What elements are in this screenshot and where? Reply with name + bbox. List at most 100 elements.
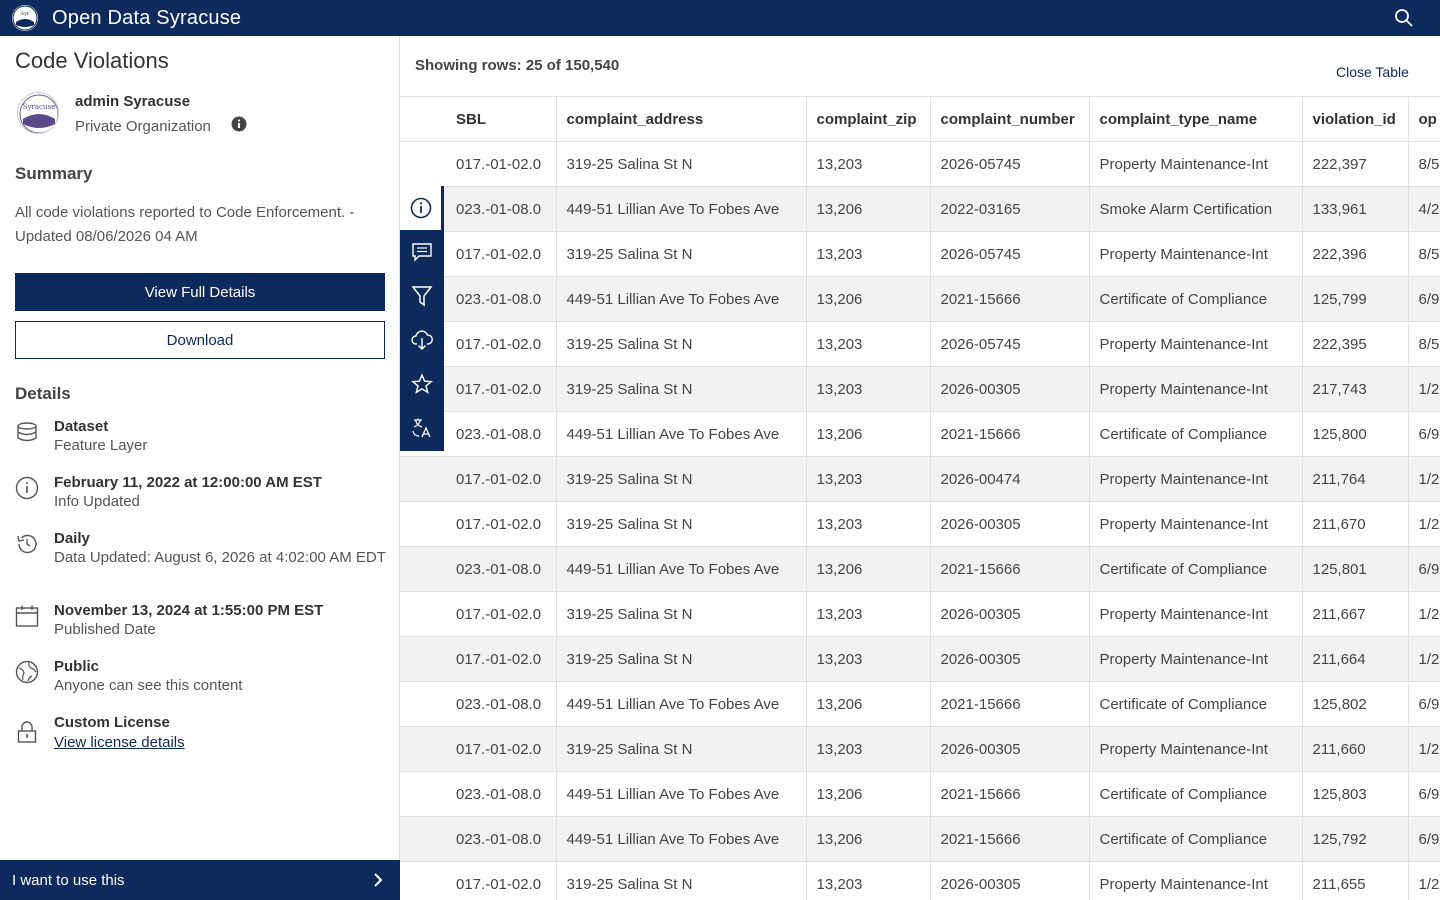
table-cell: 2021-15666 (930, 276, 1090, 322)
table-cell: 8/5 (1408, 231, 1440, 277)
table-row-spacer (400, 96, 446, 142)
table-cell: 319-25 Salina St N (556, 366, 807, 412)
table-cell: 319-25 Salina St N (556, 726, 807, 772)
table-row-spacer (400, 861, 446, 900)
chevron-right-icon (374, 873, 383, 887)
column-header-op[interactable]: op (1408, 96, 1440, 142)
table-cell: 319-25 Salina St N (556, 456, 807, 502)
rail-comment-button[interactable] (400, 230, 444, 274)
search-icon[interactable] (1394, 8, 1414, 28)
table-cell: 1/2 (1408, 456, 1440, 502)
table-cell: 319-25 Salina St N (556, 141, 807, 187)
info-icon[interactable] (231, 116, 247, 132)
rail-info-button[interactable] (400, 186, 444, 230)
column-header-SBL[interactable]: SBL (446, 96, 557, 142)
table-cell: 13,203 (806, 231, 931, 277)
table-row[interactable]: 017.-01-02.0 319-25 Salina St N 13,203 2026… (400, 501, 1440, 547)
table-cell: 1/2 (1408, 726, 1440, 772)
download-button[interactable]: Download (15, 321, 385, 359)
data-table-container[interactable]: SBL complaint_address complaint_zip complai… (400, 96, 1440, 900)
table-cell: 13,203 (806, 366, 931, 412)
table-cell: 2021-15666 (930, 771, 1090, 817)
owner-name[interactable]: admin Syracuse (75, 93, 190, 110)
details-heading: Details (15, 384, 71, 403)
table-row[interactable]: 023.-01-08.0 449-51 Lillian Ave To Fobes … (400, 681, 1440, 727)
table-cell: Property Maintenance-Int (1089, 501, 1303, 547)
view-full-details-button[interactable]: View Full Details (15, 273, 385, 311)
table-cell: 023.-01-08.0 (446, 411, 557, 457)
table-cell: 1/2 (1408, 366, 1440, 412)
table-header-row: SBL complaint_address complaint_zip complai… (400, 96, 1440, 142)
table-cell: 6/9 (1408, 276, 1440, 322)
column-header-complaint-address[interactable]: complaint_address (556, 96, 807, 142)
table-row[interactable]: 017.-01-02.0 319-25 Salina St N 13,203 2026… (400, 861, 1440, 900)
table-row[interactable]: 017.-01-02.0 319-25 Salina St N 13,203 2026… (400, 366, 1440, 412)
table-cell: Smoke Alarm Certification (1089, 186, 1303, 232)
detail-sub: Info Updated (54, 493, 140, 510)
table-cell: 449-51 Lillian Ave To Fobes Ave (556, 816, 807, 862)
column-header-complaint-type-name[interactable]: complaint_type_name (1089, 96, 1303, 142)
rail-filter-button[interactable] (400, 274, 444, 318)
table-row[interactable]: 017.-01-02.0 319-25 Salina St N 13,203 2026… (400, 231, 1440, 277)
table-cell: 017.-01-02.0 (446, 366, 557, 412)
table-cell: Property Maintenance-Int (1089, 591, 1303, 637)
table-cell: 023.-01-08.0 (446, 186, 557, 232)
table-cell: 1/2 (1408, 501, 1440, 547)
rail-download-button[interactable] (400, 318, 444, 362)
column-header-complaint-zip[interactable]: complaint_zip (806, 96, 931, 142)
top-header: Syr Open Data Syracuse (0, 0, 1440, 36)
table-cell: 017.-01-02.0 (446, 141, 557, 187)
table-cell: 2026-05745 (930, 231, 1090, 277)
close-table-link[interactable]: Close Table (1336, 64, 1409, 80)
site-title[interactable]: Open Data Syracuse (52, 7, 241, 30)
detail-strong: Custom License (54, 714, 170, 731)
table-row[interactable]: 017.-01-02.0 319-25 Salina St N 13,203 2026… (400, 591, 1440, 637)
table-cell: 319-25 Salina St N (556, 591, 807, 637)
table-row[interactable]: 023.-01-08.0 449-51 Lillian Ave To Fobes … (400, 276, 1440, 322)
globe-icon (15, 660, 39, 684)
table-cell: 2026-05745 (930, 141, 1090, 187)
table-cell: 125,801 (1302, 546, 1409, 592)
table-cell: 023.-01-08.0 (446, 816, 557, 862)
table-cell: 13,206 (806, 681, 931, 727)
calendar-icon (15, 605, 39, 627)
table-cell: 449-51 Lillian Ave To Fobes Ave (556, 681, 807, 727)
table-cell: 13,203 (806, 591, 931, 637)
table-cell: 13,203 (806, 141, 931, 187)
table-row[interactable]: 023.-01-08.0 449-51 Lillian Ave To Fobes … (400, 411, 1440, 457)
table-cell: 017.-01-02.0 (446, 456, 557, 502)
table-cell: 13,203 (806, 456, 931, 502)
detail-strong: Dataset (54, 418, 109, 435)
table-row-spacer (400, 591, 446, 637)
view-license-link[interactable]: View license details (54, 734, 185, 751)
filter-icon (411, 286, 433, 307)
table-row[interactable]: 017.-01-02.0 319-25 Salina St N 13,203 2026… (400, 726, 1440, 772)
table-row[interactable]: 017.-01-02.0 319-25 Salina St N 13,203 2026… (400, 321, 1440, 367)
rail-translate-button[interactable] (400, 406, 444, 450)
svg-text:Syracuse: Syracuse (23, 103, 55, 111)
table-row[interactable]: 023.-01-08.0 449-51 Lillian Ave To Fobes … (400, 186, 1440, 232)
owner-avatar[interactable]: Syracuse (17, 92, 59, 134)
table-cell: 2026-00305 (930, 501, 1090, 547)
table-row[interactable]: 017.-01-02.0 319-25 Salina St N 13,203 2026… (400, 456, 1440, 502)
table-row[interactable]: 023.-01-08.0 449-51 Lillian Ave To Fobes … (400, 546, 1440, 592)
table-cell: 13,206 (806, 411, 931, 457)
i-want-to-use-this-button[interactable]: I want to use this (0, 860, 400, 900)
column-header-violation-id[interactable]: violation_id (1302, 96, 1409, 142)
table-row[interactable]: 017.-01-02.0 319-25 Salina St N 13,203 2026… (400, 141, 1440, 187)
data-table: SBL complaint_address complaint_zip complai… (400, 96, 1440, 900)
table-cell: Property Maintenance-Int (1089, 141, 1303, 187)
table-row[interactable]: 017.-01-02.0 319-25 Salina St N 13,203 2026… (400, 636, 1440, 682)
table-cell: 13,203 (806, 321, 931, 367)
detail-sub: Published Date (54, 621, 156, 638)
column-header-complaint-number[interactable]: complaint_number (930, 96, 1090, 142)
lock-icon (17, 721, 37, 743)
table-row[interactable]: 023.-01-08.0 449-51 Lillian Ave To Fobes … (400, 816, 1440, 862)
syracuse-seal-icon[interactable]: Syr (12, 5, 38, 31)
table-cell: 017.-01-02.0 (446, 231, 557, 277)
table-cell: 017.-01-02.0 (446, 591, 557, 637)
rail-favorite-button[interactable] (400, 362, 444, 406)
table-cell: 13,206 (806, 186, 931, 232)
owner-org: Private Organization (75, 118, 211, 135)
table-row[interactable]: 023.-01-08.0 449-51 Lillian Ave To Fobes … (400, 771, 1440, 817)
